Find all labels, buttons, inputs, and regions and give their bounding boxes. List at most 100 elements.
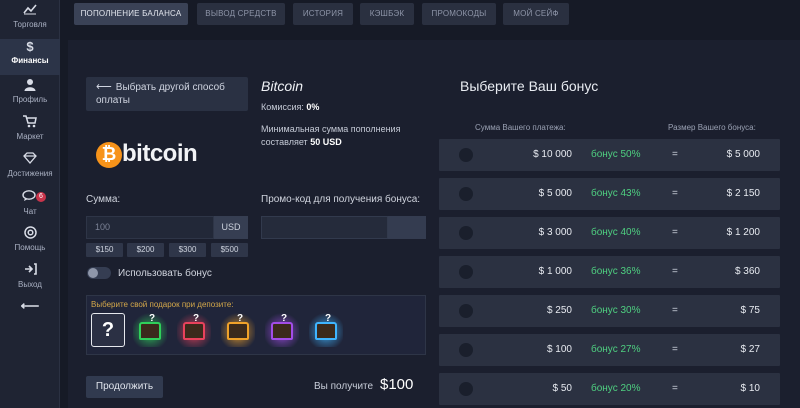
- chart-line-icon: [0, 3, 60, 19]
- sidebar-item-market[interactable]: Маркет: [0, 115, 60, 151]
- bonus-amount: $ 27: [740, 344, 760, 355]
- bonus-amount: $ 75: [740, 305, 760, 316]
- exit-icon: [0, 263, 60, 279]
- sidebar-item-help[interactable]: Помощь: [0, 226, 60, 262]
- receive-label: Вы получите: [314, 381, 374, 392]
- receive-value: $100: [380, 376, 414, 393]
- bonus-row[interactable]: $ 3 000 бонус 40% = $ 1 200: [439, 217, 780, 249]
- sidebar-item-label: Торговля: [13, 20, 47, 29]
- sidebar-item-achievements[interactable]: Достижения: [0, 152, 60, 188]
- gift-chest-3[interactable]: ?: [221, 313, 255, 347]
- sidebar-item-chat[interactable]: 6 Чат: [0, 190, 60, 226]
- payment-amount: $ 100: [546, 344, 572, 355]
- bonus-radio[interactable]: [459, 187, 473, 201]
- tab-withdrawal[interactable]: ВЫВОД СРЕДСТВ: [197, 3, 285, 25]
- equals-sign: =: [672, 344, 678, 355]
- bonus-row[interactable]: $ 50 бонус 20% = $ 10: [439, 373, 780, 405]
- chest-icon: ?: [183, 313, 205, 340]
- minimum-deposit-info: Минимальная сумма пополнения составляет …: [261, 123, 431, 149]
- sidebar-item-label: Чат: [23, 207, 37, 216]
- sidebar-item-profile[interactable]: Профиль: [0, 78, 60, 114]
- sidebar-collapse-button[interactable]: ⟵: [0, 298, 60, 316]
- currency-select[interactable]: USD: [214, 216, 248, 239]
- payment-amount: $ 1 000: [538, 266, 572, 277]
- bonus-row[interactable]: $ 10 000 бонус 50% = $ 5 000: [439, 139, 780, 171]
- promo-code-label: Промо-код для получения бонуса:: [261, 194, 421, 205]
- payment-amount: $ 250: [546, 305, 572, 316]
- bonus-row[interactable]: $ 5 000 бонус 43% = $ 2 150: [439, 178, 780, 210]
- chat-unread-badge: 6: [36, 192, 46, 202]
- bonus-amount: $ 1 200: [726, 227, 760, 238]
- tab-deposit[interactable]: ПОПОЛНЕНИЕ БАЛАНСА: [74, 3, 188, 25]
- bonus-radio[interactable]: [459, 304, 473, 318]
- toggle-knob: [88, 268, 98, 278]
- dollar-icon: $: [26, 39, 34, 54]
- sidebar-item-finance[interactable]: $ Финансы: [0, 39, 60, 75]
- minimum-deposit-value: 50 USD: [310, 137, 342, 147]
- method-title: Bitcoin: [261, 78, 304, 94]
- gift-chest-1[interactable]: ?: [133, 313, 167, 347]
- sidebar-item-label: Достижения: [7, 169, 53, 178]
- cart-icon: [0, 115, 60, 131]
- payment-amount: $ 10 000: [533, 149, 572, 160]
- payment-amount: $ 50: [552, 383, 572, 394]
- quick-amount-button[interactable]: $200: [127, 243, 164, 257]
- bonus-radio[interactable]: [459, 226, 473, 240]
- gift-question-mark: ?: [148, 313, 156, 324]
- gift-chest-5[interactable]: ?: [309, 313, 343, 347]
- bonus-percent: бонус 40%: [591, 227, 641, 238]
- quick-amount-button[interactable]: $500: [211, 243, 248, 257]
- finance-tabs: ПОПОЛНЕНИЕ БАЛАНСА ВЫВОД СРЕДСТВ ИСТОРИЯ…: [60, 0, 800, 30]
- chat-icon: [0, 190, 60, 206]
- bonus-title: Выберите Ваш бонус: [460, 78, 599, 94]
- tab-my-safe[interactable]: МОЙ СЕЙФ: [503, 3, 569, 25]
- quick-amount-button[interactable]: $150: [86, 243, 123, 257]
- use-bonus-toggle[interactable]: [87, 267, 111, 279]
- promo-apply-button[interactable]: [388, 216, 426, 239]
- sidebar-item-label: Выход: [18, 280, 42, 289]
- bonus-row[interactable]: $ 1 000 бонус 36% = $ 360: [439, 256, 780, 288]
- change-method-button[interactable]: ⟵ Выбрать другой способ оплаты: [86, 77, 248, 111]
- bonus-radio[interactable]: [459, 265, 473, 279]
- bonus-radio[interactable]: [459, 148, 473, 162]
- sidebar-item-trading[interactable]: Торговля: [0, 3, 60, 39]
- bonus-row[interactable]: $ 250 бонус 30% = $ 75: [439, 295, 780, 327]
- tab-cashback[interactable]: КЭШБЭК: [360, 3, 414, 25]
- equals-sign: =: [672, 383, 678, 394]
- amount-input[interactable]: 100: [86, 216, 214, 239]
- gift-chest-2[interactable]: ?: [177, 313, 211, 347]
- sidebar-item-label: Помощь: [14, 243, 46, 252]
- gift-question-mark: ?: [280, 313, 288, 324]
- tab-history[interactable]: ИСТОРИЯ: [293, 3, 353, 25]
- chest-icon: ?: [227, 313, 249, 340]
- diamond-icon: [0, 152, 60, 168]
- arrow-left-icon: ⟵: [20, 298, 40, 313]
- change-method-label: Выбрать другой способ оплаты: [96, 82, 225, 106]
- continue-button[interactable]: Продолжить: [86, 376, 163, 398]
- payment-amount: $ 3 000: [538, 227, 572, 238]
- help-icon: [0, 226, 60, 242]
- column-header-payment: Сумма Вашего платежа:: [475, 123, 566, 132]
- quick-amount-button[interactable]: $300: [169, 243, 206, 257]
- bonus-amount: $ 5 000: [726, 149, 760, 160]
- tab-promocodes[interactable]: ПРОМОКОДЫ: [422, 3, 496, 25]
- gift-question-mark: ?: [192, 313, 200, 324]
- use-bonus-label: Использовать бонус: [118, 268, 212, 279]
- bitcoin-logo-text: bitcoin: [122, 140, 198, 167]
- bonus-radio[interactable]: [459, 382, 473, 396]
- bonus-row[interactable]: $ 100 бонус 27% = $ 27: [439, 334, 780, 366]
- bonus-radio[interactable]: [459, 343, 473, 357]
- promo-code-input[interactable]: [261, 216, 388, 239]
- commission-info: Комиссия: 0%: [261, 102, 319, 112]
- column-header-bonus: Размер Вашего бонуса:: [668, 123, 756, 132]
- bitcoin-logo: ₿ bitcoin: [96, 140, 216, 170]
- gift-random-option[interactable]: ?: [91, 313, 125, 347]
- sidebar-item-logout[interactable]: Выход: [0, 263, 60, 299]
- bonus-percent: бонус 30%: [591, 305, 641, 316]
- gift-chest-4[interactable]: ?: [265, 313, 299, 347]
- bitcoin-coin-icon: ₿: [96, 142, 122, 168]
- amount-label: Сумма:: [86, 194, 121, 205]
- commission-value: 0%: [306, 102, 320, 112]
- chest-icon: ?: [139, 313, 161, 340]
- bonus-amount: $ 360: [734, 266, 760, 277]
